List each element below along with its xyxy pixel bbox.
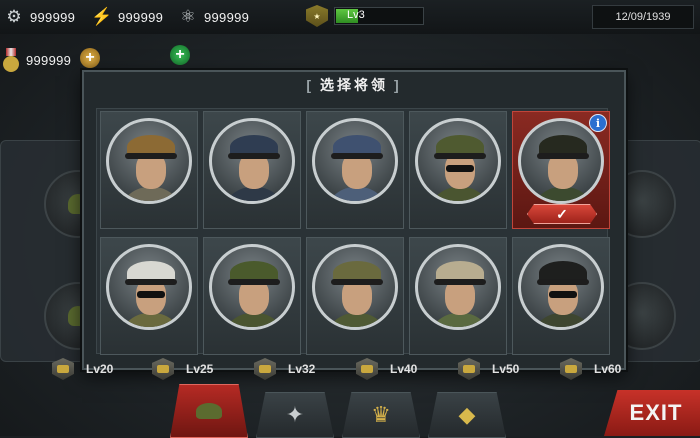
dialog-title: [ 选择将领 ] (84, 72, 624, 98)
dialog-title-text: 选择将领 (320, 77, 388, 93)
top-bar: ⚙ 999999 ⚡ 999999 ⚛ 999999 ★ Lv3 12/09/1… (0, 0, 700, 34)
general-portrait (518, 244, 604, 330)
select-general-dialog: [ 选择将领 ] i ✓ (82, 70, 626, 370)
resource-value: 999999 (204, 9, 250, 25)
title-bracket-right: ] (394, 77, 402, 93)
tab-trophy[interactable]: ♛ (342, 392, 420, 438)
rank-badge-icon (356, 358, 378, 380)
resource-value: 999999 (30, 9, 76, 25)
resource-value: 999999 (118, 9, 164, 25)
level-requirement-label: Lv25 (186, 362, 214, 376)
general-card[interactable] (512, 237, 610, 355)
general-portrait (415, 118, 501, 204)
general-card[interactable] (409, 237, 507, 355)
rank-badge-icon: ★ (306, 5, 328, 27)
general-portrait (312, 244, 398, 330)
level-requirement: Lv50 (458, 358, 519, 380)
level-requirement-label: Lv60 (594, 362, 622, 376)
level-requirement: Lv32 (254, 358, 315, 380)
level-requirement: Lv60 (560, 358, 621, 380)
tab-emblem[interactable]: ✦ (256, 392, 334, 438)
general-helmet-icon (196, 403, 222, 419)
level-requirement: Lv25 (152, 358, 213, 380)
general-portrait (209, 118, 295, 204)
general-card[interactable] (306, 111, 404, 229)
resource-atom: ⚛ 999999 (178, 7, 249, 27)
level-requirement-label: Lv32 (288, 362, 316, 376)
rank-badge-icon (458, 358, 480, 380)
resource-gears: ⚙ 999999 (4, 7, 75, 27)
general-portrait (209, 244, 295, 330)
game-date: 12/09/1939 (592, 5, 694, 29)
general-card[interactable] (409, 111, 507, 229)
general-grid: i ✓ (96, 108, 610, 355)
general-portrait (415, 244, 501, 330)
gear-icon: ⚙ (6, 7, 22, 26)
rank-badge-icon (52, 358, 74, 380)
atom-icon: ⚛ (180, 7, 196, 26)
diamond-icon: ◆ (458, 402, 476, 427)
resource-energy: ⚡ 999999 (91, 7, 164, 27)
level-requirement-label: Lv20 (86, 362, 114, 376)
selected-check-icon: ✓ (527, 204, 597, 224)
rank-badge-icon (152, 358, 174, 380)
exit-button[interactable]: EXIT (604, 390, 700, 436)
level-progress-bar: Lv3 (334, 7, 424, 25)
general-card[interactable] (100, 237, 198, 355)
add-medals-button[interactable]: + (80, 48, 100, 68)
general-portrait (312, 118, 398, 204)
general-card[interactable] (203, 111, 301, 229)
general-portrait (106, 244, 192, 330)
exit-label: EXIT (629, 400, 683, 425)
lightning-icon: ⚡ (91, 7, 113, 26)
general-portrait (518, 118, 604, 204)
general-card[interactable] (100, 111, 198, 229)
tab-generals[interactable] (170, 384, 248, 438)
level-requirement-label: Lv40 (390, 362, 418, 376)
level-requirement-label: Lv50 (492, 362, 520, 376)
eagle-emblem-icon: ✦ (285, 402, 305, 427)
title-bracket-left: [ (306, 77, 314, 93)
general-card[interactable] (203, 237, 301, 355)
player-level[interactable]: ★ Lv3 (306, 5, 424, 27)
general-card[interactable] (306, 237, 404, 355)
trophy-icon: ♛ (371, 402, 391, 427)
tab-diamond[interactable]: ◆ (428, 392, 506, 438)
level-requirement: Lv40 (356, 358, 417, 380)
level-requirement: Lv20 (52, 358, 113, 380)
general-card[interactable]: i ✓ (512, 111, 610, 229)
info-icon[interactable]: i (589, 114, 607, 132)
level-label: Lv3 (347, 9, 365, 21)
medal-icon (2, 48, 20, 72)
rank-badge-icon (560, 358, 582, 380)
resource-value: 999999 (26, 52, 72, 68)
add-unit-button[interactable]: + (170, 45, 190, 65)
general-portrait (106, 118, 192, 204)
resource-medals: 999999 (20, 50, 71, 70)
rank-badge-icon (254, 358, 276, 380)
